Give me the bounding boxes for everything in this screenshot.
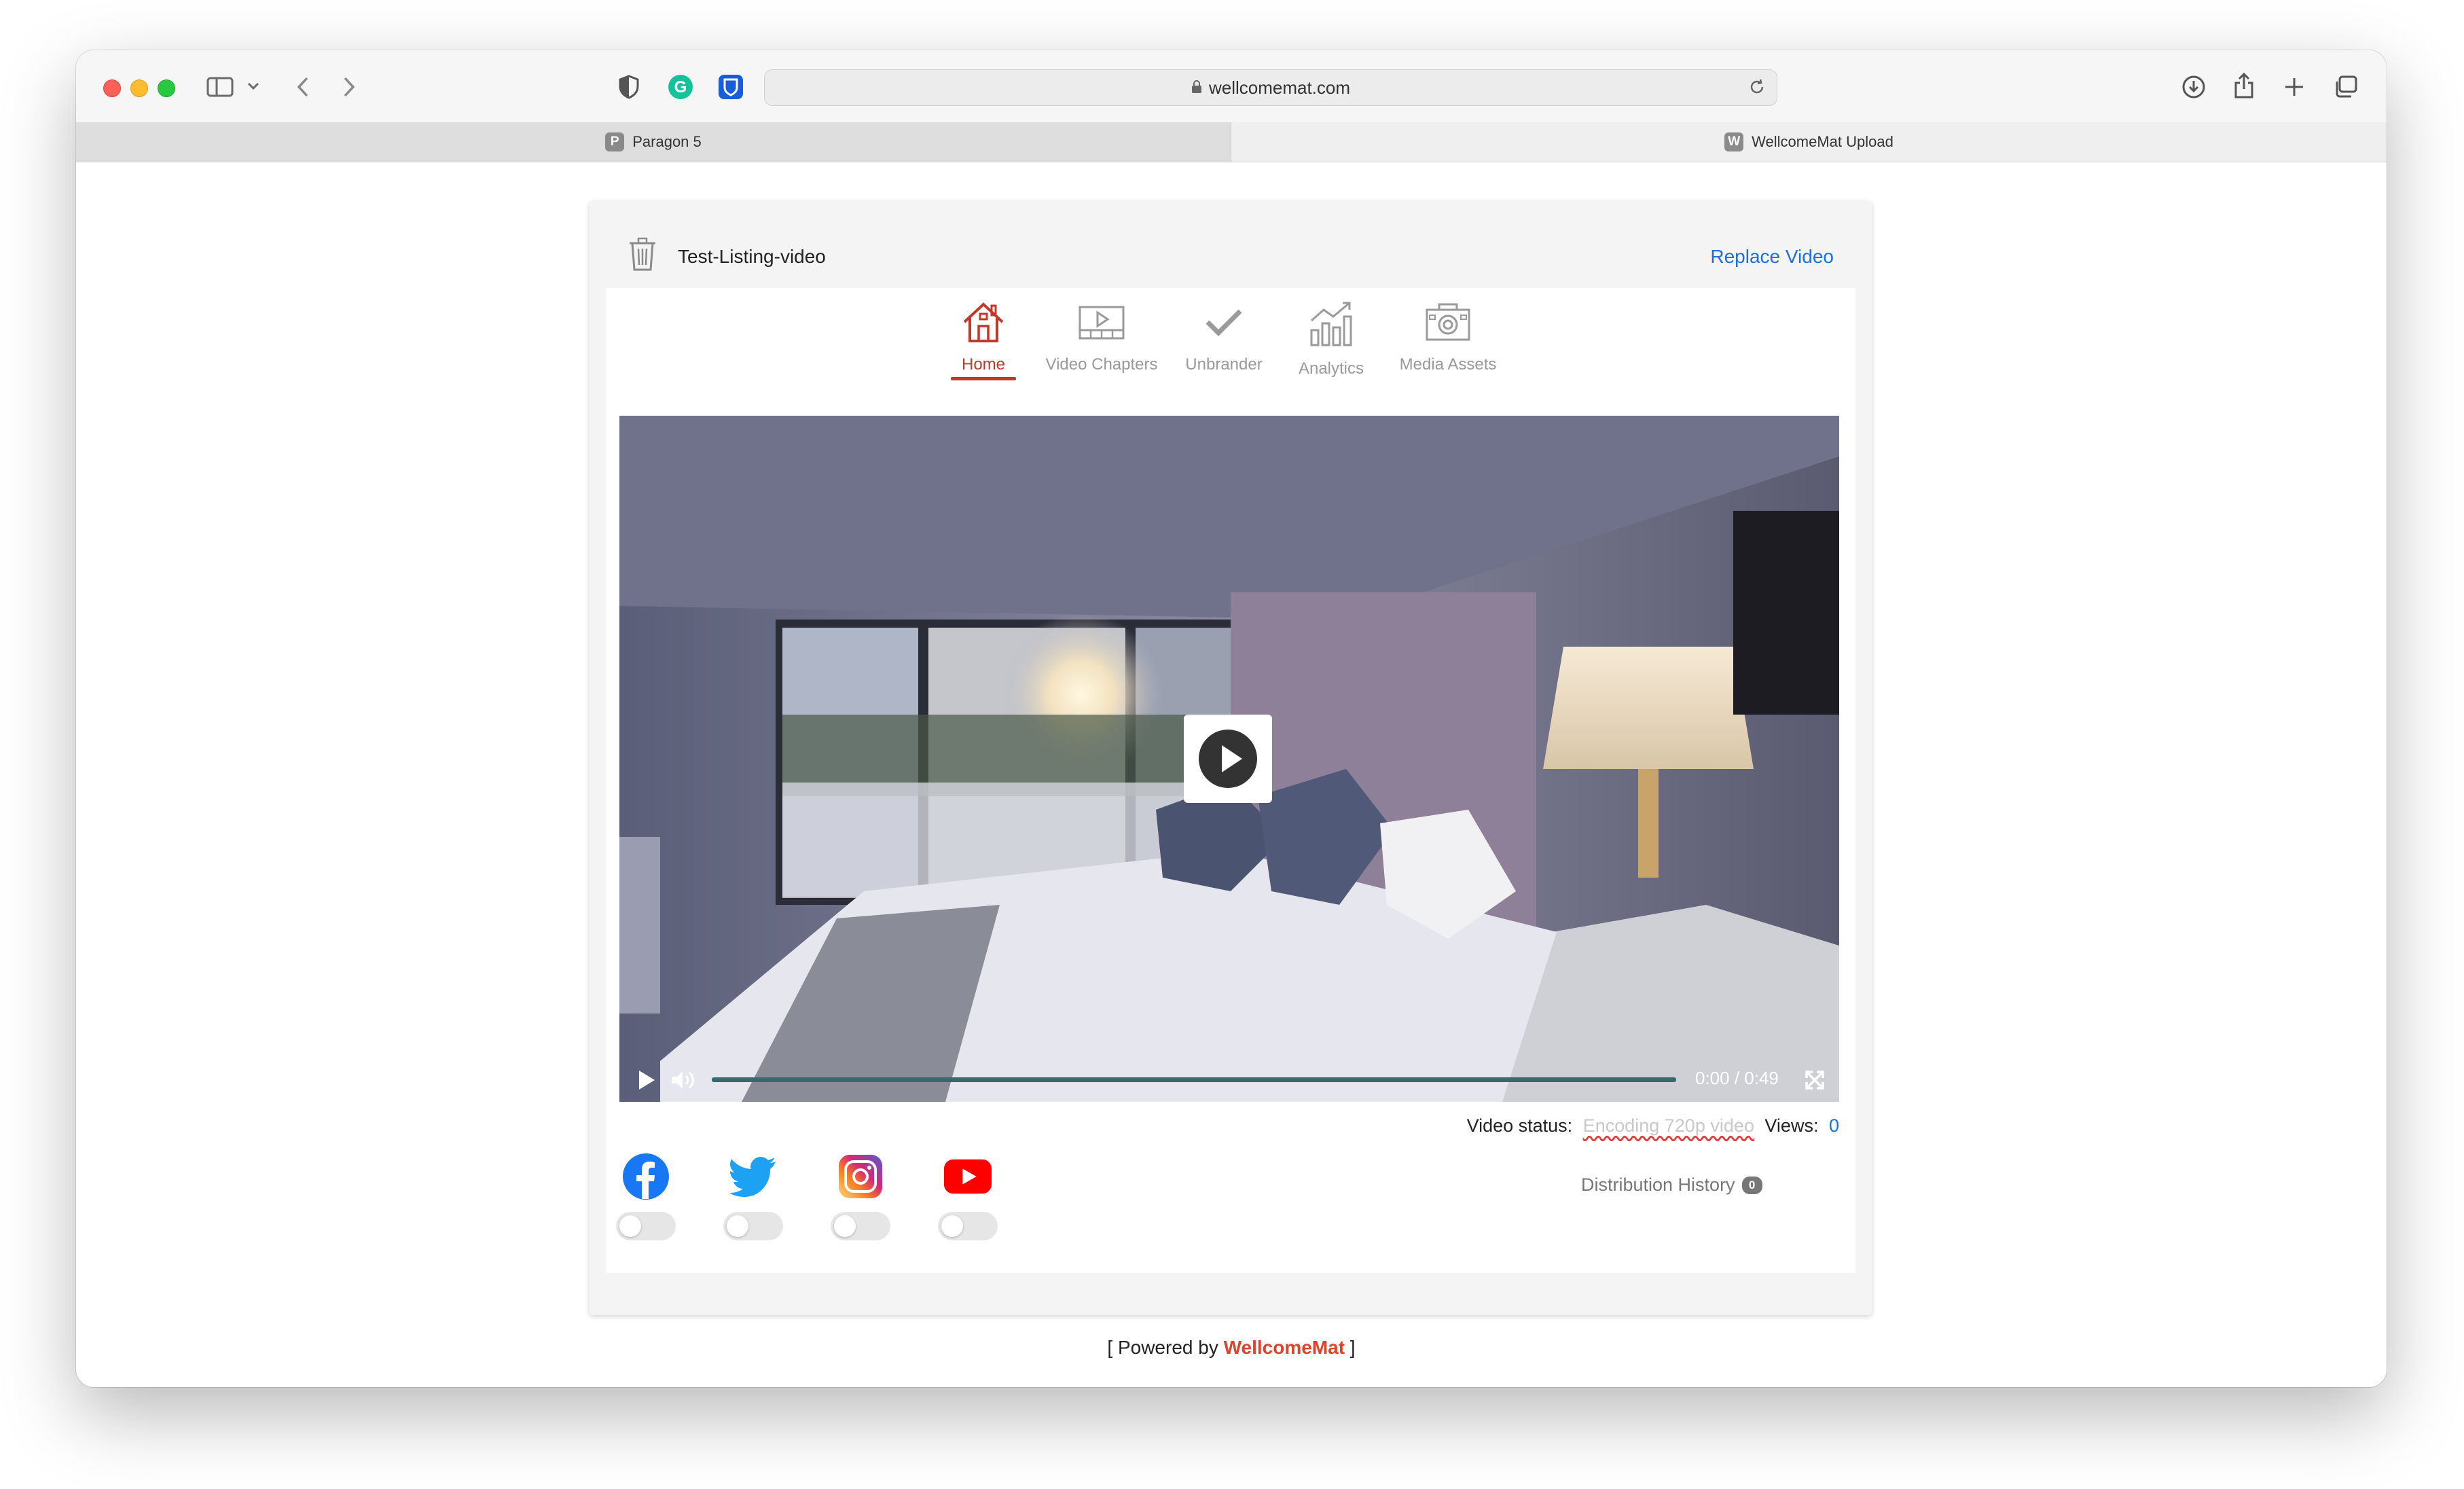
video-timecode: 0:00 / 0:49 bbox=[1695, 1068, 1779, 1088]
distribution-history-label: Distribution History bbox=[1581, 1174, 1735, 1195]
tab-label: Paragon 5 bbox=[632, 133, 702, 150]
active-tab-indicator bbox=[951, 377, 1016, 380]
distribution-count-badge: 0 bbox=[1741, 1176, 1762, 1194]
minimize-window-button[interactable] bbox=[130, 79, 148, 97]
new-tab-icon[interactable] bbox=[2281, 73, 2308, 101]
share-icon[interactable] bbox=[2230, 71, 2258, 101]
tab-home[interactable]: Home bbox=[945, 300, 1021, 389]
views-count: 0 bbox=[1828, 1115, 1839, 1136]
powered-by-footer: [ Powered by WellcomeMat ] bbox=[76, 1337, 2387, 1359]
sidebar-toggle-icon[interactable] bbox=[205, 75, 235, 99]
trash-icon[interactable] bbox=[628, 236, 657, 275]
video-panel: Home Video Chapters Unbrander Analytics … bbox=[606, 288, 1855, 1273]
instagram-icon[interactable] bbox=[836, 1152, 885, 1201]
card-header: Test-Listing-video Replace Video bbox=[590, 228, 1872, 283]
facebook-toggle[interactable] bbox=[616, 1212, 676, 1240]
zoom-window-button[interactable] bbox=[158, 79, 175, 97]
section-tabs: Home Video Chapters Unbrander Analytics … bbox=[606, 288, 1855, 390]
reload-icon[interactable] bbox=[1748, 78, 1766, 101]
chevron-down-icon[interactable] bbox=[246, 79, 261, 94]
instagram-share bbox=[830, 1152, 891, 1261]
video-status-line: Video status: Encoding 720p video Views:… bbox=[1467, 1115, 1839, 1136]
tab-label: Home bbox=[961, 355, 1006, 374]
tab-wellcomemat-upload[interactable]: W WellcomeMat Upload bbox=[1231, 122, 2387, 162]
video-status-value: Encoding 720p video bbox=[1582, 1115, 1754, 1136]
footer-brand-link[interactable]: WellcomeMat bbox=[1224, 1337, 1345, 1358]
tab-paragon[interactable]: P Paragon 5 bbox=[76, 122, 1231, 162]
video-progress-bar[interactable] bbox=[712, 1077, 1676, 1082]
browser-toolbar: G wellcomemat.com bbox=[76, 50, 2387, 123]
tab-overview-icon[interactable] bbox=[2332, 73, 2359, 101]
tab-label: Video Chapters bbox=[1045, 355, 1158, 374]
distribution-history-button[interactable]: Distribution History 0 bbox=[1581, 1174, 1762, 1196]
footer-prefix: [ Powered by bbox=[1107, 1337, 1224, 1358]
youtube-toggle[interactable] bbox=[938, 1212, 998, 1240]
big-play-button[interactable] bbox=[1184, 715, 1272, 803]
bar-chart-icon bbox=[1307, 300, 1355, 353]
video-controls: 0:00 / 0:49 bbox=[619, 1056, 1839, 1102]
film-icon bbox=[1078, 300, 1125, 348]
tab-label: Analytics bbox=[1298, 359, 1364, 378]
browser-window: G wellcomemat.com P Paragon 5 W Wellcome… bbox=[76, 50, 2387, 1387]
address-bar[interactable]: wellcomemat.com bbox=[764, 69, 1777, 106]
tab-video-chapters[interactable]: Video Chapters bbox=[1034, 300, 1170, 389]
privacy-shield-icon[interactable] bbox=[615, 73, 642, 101]
youtube-share bbox=[937, 1152, 998, 1261]
instagram-toggle[interactable] bbox=[831, 1212, 890, 1240]
volume-icon[interactable] bbox=[670, 1068, 697, 1092]
twitter-toggle[interactable] bbox=[723, 1212, 783, 1240]
house-icon bbox=[962, 300, 1005, 348]
svg-text:G: G bbox=[674, 78, 687, 96]
close-window-button[interactable] bbox=[103, 79, 121, 97]
twitter-icon[interactable] bbox=[729, 1152, 778, 1201]
tab-unbrander[interactable]: Unbrander bbox=[1176, 300, 1271, 389]
video-title: Test-Listing-video bbox=[678, 246, 826, 267]
video-card: Test-Listing-video Replace Video Home Vi… bbox=[590, 201, 1872, 1315]
youtube-icon[interactable] bbox=[943, 1152, 992, 1201]
paragon-favicon-icon: P bbox=[605, 132, 625, 151]
url-text: wellcomemat.com bbox=[1208, 77, 1351, 98]
fullscreen-icon[interactable] bbox=[1802, 1068, 1827, 1092]
tab-label: Unbrander bbox=[1185, 355, 1263, 374]
tab-media-assets[interactable]: Media Assets bbox=[1387, 300, 1509, 389]
bitwarden-extension-icon[interactable] bbox=[717, 73, 744, 101]
replace-video-link[interactable]: Replace Video bbox=[1710, 246, 1834, 268]
lock-icon bbox=[1191, 77, 1202, 98]
views-label: Views: bbox=[1764, 1115, 1819, 1136]
camera-icon bbox=[1424, 300, 1472, 348]
tab-label: WellcomeMat Upload bbox=[1752, 133, 1894, 150]
footer-suffix: ] bbox=[1345, 1337, 1356, 1358]
tab-analytics[interactable]: Analytics bbox=[1284, 300, 1379, 389]
downloads-icon[interactable] bbox=[2180, 73, 2207, 101]
tab-label: Media Assets bbox=[1399, 355, 1497, 374]
video-player[interactable]: 0:00 / 0:49 bbox=[619, 416, 1839, 1102]
tab-bar: P Paragon 5 W WellcomeMat Upload bbox=[76, 122, 2387, 162]
play-icon[interactable] bbox=[634, 1068, 659, 1092]
grammarly-extension-icon[interactable]: G bbox=[667, 73, 694, 101]
twitter-share bbox=[723, 1152, 784, 1261]
facebook-icon[interactable] bbox=[621, 1152, 670, 1201]
forward-arrow-icon[interactable] bbox=[338, 73, 360, 101]
checkmark-icon bbox=[1202, 300, 1246, 348]
facebook-share bbox=[615, 1152, 676, 1261]
wellcomemat-favicon-icon: W bbox=[1724, 132, 1744, 151]
back-arrow-icon[interactable] bbox=[292, 73, 314, 101]
video-status-label: Video status: bbox=[1466, 1115, 1573, 1136]
